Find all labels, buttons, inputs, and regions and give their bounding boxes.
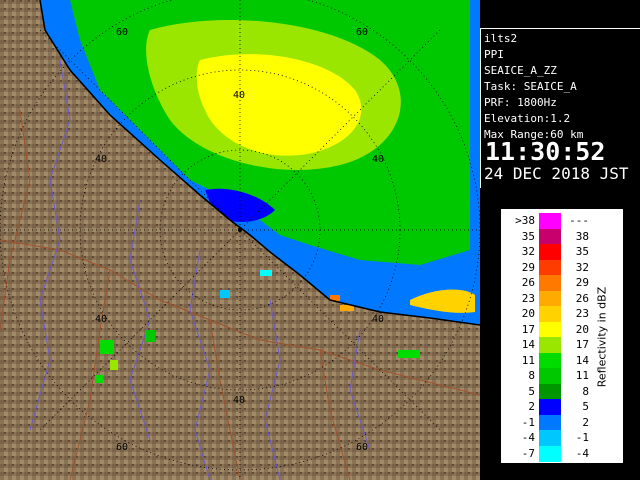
legend-high-value: -1 [575,431,589,444]
legend-low-value: 29 [521,260,535,274]
ring-label-40-se: 40 [372,314,384,325]
legend-color-swatch [539,275,561,291]
legend-high-value: 26 [575,291,589,305]
scan-date: 24 DEC 2018 JST [484,164,629,183]
legend-low-value: 20 [521,307,535,320]
legend-color-swatch [539,259,561,276]
legend-color-swatch [539,352,561,369]
legend-color-swatch [539,383,561,400]
legend-high-value: 35 [575,245,589,258]
legend-row: -1 2 [501,414,623,431]
legend-color-swatch [539,399,561,415]
scan-time: 11:30:52 [485,137,606,166]
ring-label-40-ne: 40 [372,154,384,165]
legend-low-value: -7 [521,446,535,460]
legend-color-swatch [539,306,561,322]
legend-color-swatch [539,290,561,307]
radar-site-marker [238,228,242,232]
legend-row: 35 38 [501,228,623,245]
legend-low-value: 17 [521,322,535,336]
legend-low-value: -1 [521,415,535,429]
legend-low-value: -4 [521,431,535,444]
legend-color-swatch [539,414,561,431]
legend-low-value: 5 [528,384,535,398]
legend-high-value: -4 [575,446,589,460]
ring-label-60-ne: 60 [356,27,368,38]
ring-label-40-s: 40 [233,395,245,406]
legend-low-value: 8 [528,369,535,382]
legend-low-value: 35 [521,229,535,243]
legend-high-value: 11 [575,369,589,382]
ring-label-40-n: 40 [233,90,245,101]
legend-row: 25 [501,399,623,415]
legend-color-swatch [539,445,561,462]
legend-high-value: --- [569,214,589,227]
legend-color-swatch [539,430,561,446]
legend-color-swatch [539,337,561,353]
legend-low-value: 2 [528,400,535,413]
legend-high-value: 20 [575,322,589,336]
radar-ppi-canvas: 40 40 40 40 40 40 60 60 60 60 [0,0,480,480]
legend-high-value: 8 [582,384,589,398]
radar-map[interactable]: 40 40 40 40 40 40 60 60 60 60 [0,0,480,480]
legend-row: 32 35 [501,244,623,260]
prf-value: PRF: 1800Hz [484,96,557,109]
legend-color-swatch [539,321,561,338]
product-name: SEAICE_A_ZZ [484,64,557,77]
ring-label-40-nw: 40 [95,154,107,165]
legend-color-swatch [539,244,561,260]
legend-low-value: >38 [515,214,535,227]
scan-type: PPI [484,48,504,61]
legend-title: Reflectivity in dBZ [595,286,609,388]
legend-high-value: 29 [575,276,589,289]
legend-color-swatch [539,213,561,229]
task-name: Task: SEAICE_A [484,80,577,93]
legend-row: >38 --- [501,213,623,229]
legend-low-value: 26 [521,276,535,289]
ring-label-40-sw: 40 [95,314,107,325]
station-name: ilts2 [484,32,518,45]
legend-high-value: 17 [575,338,589,351]
legend-high-value: 38 [575,229,589,243]
ring-label-60-nw: 60 [116,27,128,38]
legend-high-value: 14 [575,353,589,367]
legend-low-value: 14 [521,338,535,351]
legend-row: 29 32 [501,259,623,276]
legend-low-value: 11 [521,353,535,367]
ring-label-60-sw: 60 [116,442,128,453]
legend-high-value: 2 [582,415,589,429]
legend-color-swatch [539,368,561,384]
legend-low-value: 23 [521,291,535,305]
legend-high-value: 5 [582,400,589,413]
legend-high-value: 23 [575,307,589,320]
reflectivity-legend: >38 --- 35 38 32 35 29 32 26 29 23 26 20 23 17 20 14 17 11… [500,208,624,464]
info-panel: ilts2 PPI SEAICE_A_ZZ Task: SEAICE_A PRF… [480,28,640,188]
legend-row: -7 -4 [501,445,623,462]
legend-row: -4 -1 [501,430,623,446]
legend-low-value: 32 [521,245,535,258]
elevation-value: Elevation:1.2 [484,112,571,125]
ring-label-60-se: 60 [356,442,368,453]
legend-high-value: 32 [575,260,589,274]
legend-color-swatch [539,228,561,245]
